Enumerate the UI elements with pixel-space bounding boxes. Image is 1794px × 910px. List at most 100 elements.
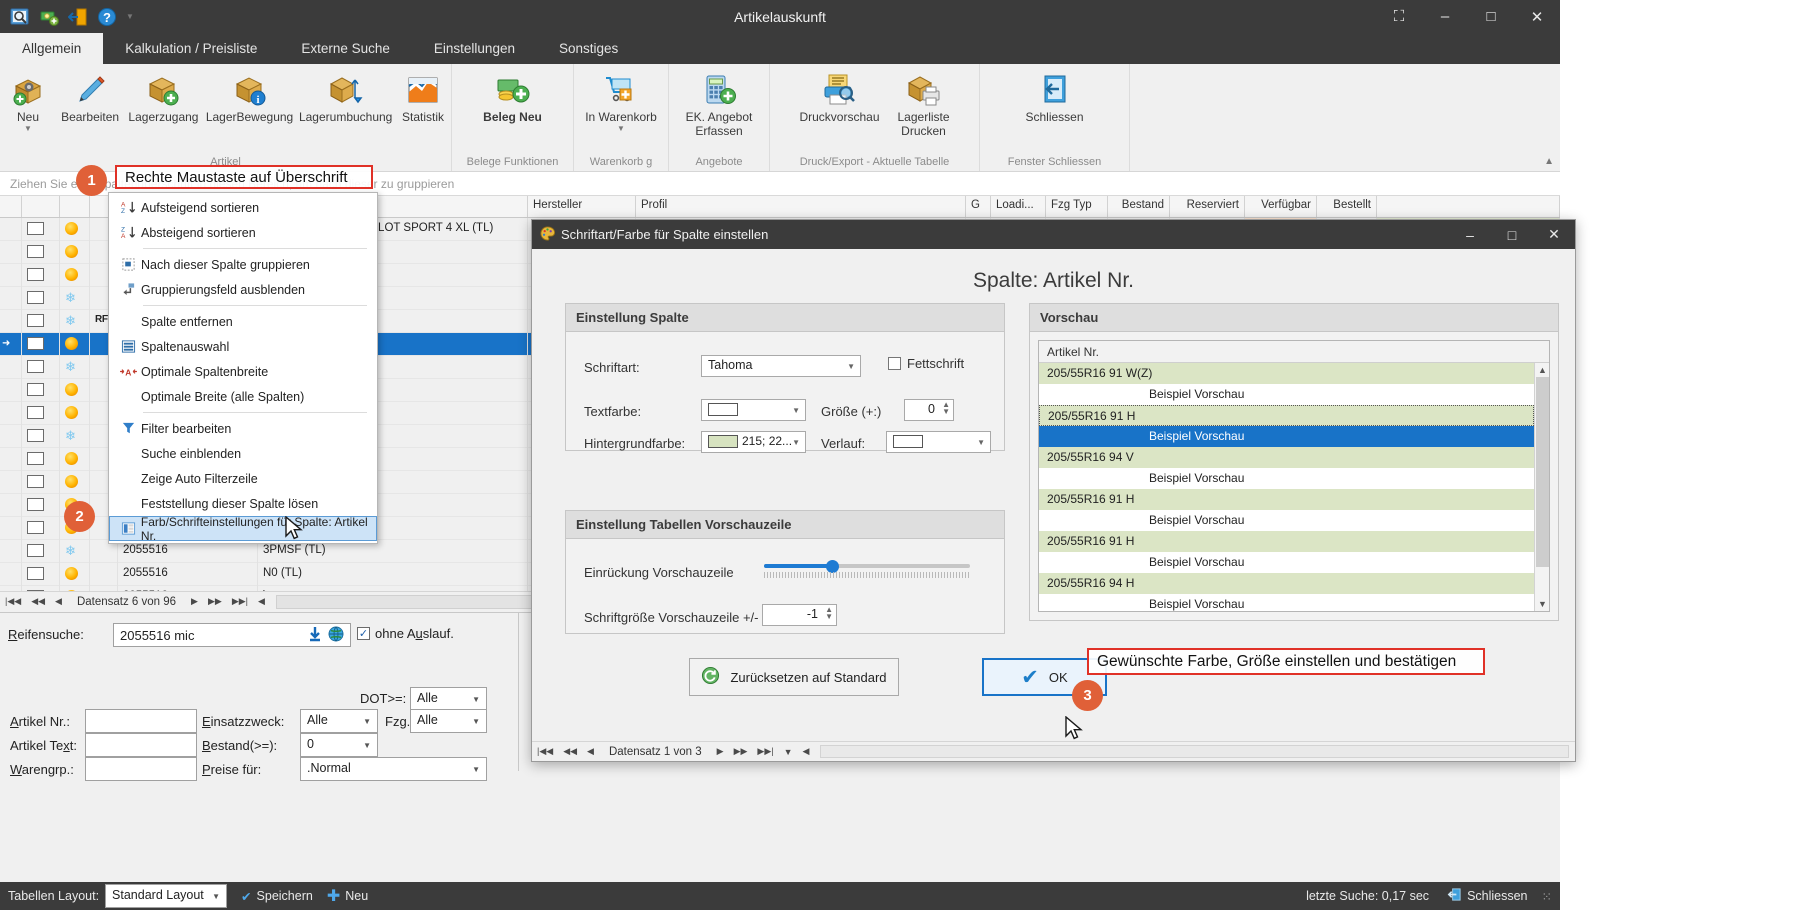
context-menu-item[interactable]: AOptimale Spaltenbreite [109,359,377,384]
dialog-close-button[interactable]: ✕ [1533,220,1575,249]
hintergrundfarbe-select[interactable]: 215; 22...▼ [701,431,806,453]
grid-col-verfuegbar[interactable]: Verfügbar [1245,196,1317,217]
dialog-horizontal-scrollbar[interactable] [820,745,1569,758]
spinner-arrows-icon[interactable]: ▲▼ [942,401,950,415]
grid-col-reserviert[interactable]: Reserviert [1170,196,1245,217]
preview-detail-row[interactable]: Beispiel Vorschau [1039,426,1534,447]
preview-group-row[interactable]: 205/55R16 91 H [1039,531,1534,552]
dialog-maximize-button[interactable]: □ [1491,220,1533,249]
row-checkbox[interactable] [22,379,60,402]
ribbon-button-druckvorschau[interactable]: Druckvorschau [790,68,888,124]
preview-detail-row[interactable]: Beispiel Vorschau [1039,384,1534,405]
row-checkbox[interactable] [22,563,60,586]
preview-scrollbar[interactable]: ▲ ▼ [1534,363,1549,611]
grid-col-bestand[interactable]: Bestand [1108,196,1170,217]
context-menu-item[interactable]: Farb/Schrifteinstellungen für Spalte: Ar… [109,516,377,541]
preview-group-row[interactable]: 205/55R16 91 W(Z) [1039,363,1534,384]
row-checkbox[interactable] [22,287,60,310]
preview-detail-row[interactable]: Beispiel Vorschau [1039,594,1534,611]
grid-col-indicator[interactable] [0,196,22,217]
context-menu-item[interactable]: AZAufsteigend sortieren [109,195,377,220]
preview-group-row[interactable]: 205/55R16 94 H [1039,573,1534,594]
nav-collapse-icon[interactable]: ◀ [253,596,270,607]
row-checkbox[interactable] [22,241,60,264]
neu-dropdown-icon[interactable]: ▼ [24,125,32,133]
close-button[interactable]: ✕ [1514,0,1560,33]
scroll-down-icon[interactable]: ▼ [1538,599,1547,609]
close-status-button[interactable]: Schliessen [1467,889,1527,903]
layout-select[interactable]: Standard Layout▼ [105,884,227,908]
tab-einstellungen[interactable]: Einstellungen [412,33,537,64]
tab-externe-suche[interactable]: Externe Suche [279,33,412,64]
artikel-text-input[interactable] [85,733,197,757]
preise-fuer-select[interactable]: .Normal▼ [300,757,487,781]
grid-col-load[interactable]: Loadi... [991,196,1046,217]
ribbon-button-lagerbewegung[interactable]: i LagerBewegung [203,68,297,124]
spinner-arrows-icon[interactable]: ▲▼ [825,606,833,620]
verlauf-select[interactable]: ▼ [886,431,991,453]
bestand-select[interactable]: 0▼ [300,733,378,757]
artikel-nr-input[interactable] [85,709,197,733]
dlg-nav-filter-icon[interactable]: ▼ [779,747,798,757]
schriftgroesse-vorschau-spinner[interactable]: -1 ▲▼ [762,604,837,626]
context-menu-item[interactable]: Gruppierungsfeld ausblenden [109,277,377,302]
chevron-up-icon[interactable]: ▲ [1544,156,1554,167]
nav-last-icon[interactable]: ▶▶| [227,596,253,607]
preview-detail-row[interactable]: Beispiel Vorschau [1039,510,1534,531]
dlg-nav-next-icon[interactable]: ▶ [712,746,729,757]
dlg-nav-first-icon[interactable]: |◀◀ [532,746,558,757]
dlg-nav-collapse-icon[interactable]: ◀ [798,746,815,757]
column-header-context-menu[interactable]: AZAufsteigend sortierenZAAbsteigend sort… [108,192,378,544]
grid-col-fzg-typ[interactable]: Fzg Typ [1046,196,1108,217]
row-checkbox[interactable] [22,356,60,379]
grid-col-hersteller[interactable]: Hersteller [528,196,636,217]
ribbon-button-lagerzugang[interactable]: Lagerzugang [124,68,203,124]
nav-prev-icon[interactable]: ◀ [50,596,67,607]
ribbon-button-in-warenkorb[interactable]: In Warenkorb ▼ [576,68,666,133]
qat-dropdown-icon[interactable]: ▼ [126,13,134,21]
row-checkbox[interactable] [22,540,60,563]
grid-col-season[interactable] [60,196,90,217]
grid-col-profil[interactable]: Profil [636,196,966,217]
dlg-nav-prev-icon[interactable]: ◀ [582,746,599,757]
grid-col-bestellt[interactable]: Bestellt [1317,196,1377,217]
preview-scroll-thumb[interactable] [1536,377,1549,567]
dot-select[interactable]: Alle▼ [410,687,487,711]
grid-col-g[interactable]: G [966,196,991,217]
preview-group-row[interactable]: 205/55R16 94 V [1039,447,1534,468]
context-menu-item[interactable]: Suche einblenden [109,441,377,466]
row-checkbox[interactable] [22,264,60,287]
preview-column-header[interactable]: Artikel Nr. [1039,341,1549,363]
nav-next-icon[interactable]: ▶ [186,596,203,607]
warenkorb-dropdown-icon[interactable]: ▼ [617,125,625,133]
fettschrift-checkbox[interactable]: Fettschrift [888,356,964,371]
context-menu-item[interactable]: Zeige Auto Filterzeile [109,466,377,491]
download-arrow-icon[interactable] [308,626,322,645]
new-button[interactable]: Neu [345,889,368,903]
textfarbe-select[interactable]: ▼ [701,399,806,421]
ribbon-button-lagerliste-drucken[interactable]: Lagerliste Drucken [889,68,959,138]
restore-small-button[interactable]: ⛶ [1376,0,1422,33]
context-menu-item[interactable]: Filter bearbeiten [109,416,377,441]
save-button[interactable]: Speichern [257,889,313,903]
context-menu-item[interactable]: Feststellung dieser Spalte lösen [109,491,377,516]
row-checkbox[interactable] [22,425,60,448]
row-checkbox[interactable] [22,333,60,356]
tab-sonstiges[interactable]: Sonstiges [537,33,640,64]
row-checkbox[interactable] [22,218,60,241]
context-menu-item[interactable]: Optimale Breite (alle Spalten) [109,384,377,409]
preview-detail-row[interactable]: Beispiel Vorschau [1039,468,1534,489]
preview-group-row[interactable]: 205/55R16 91 H [1039,489,1534,510]
grid-col-extra[interactable] [1377,196,1560,217]
context-menu-item[interactable]: Spalte entfernen [109,309,377,334]
row-checkbox[interactable] [22,494,60,517]
ribbon-button-neu[interactable]: Neu ▼ [0,68,56,133]
einrueckung-slider[interactable] [764,559,970,573]
row-checkbox[interactable] [22,402,60,425]
row-checkbox[interactable] [22,471,60,494]
ribbon-button-schliessen[interactable]: Schliessen [1016,68,1092,124]
nav-next-page-icon[interactable]: ▶▶ [203,596,227,607]
minimize-button[interactable]: – [1422,0,1468,33]
warengrp-input[interactable] [85,757,197,781]
fzg-typ-select[interactable]: Alle▼ [410,709,487,733]
